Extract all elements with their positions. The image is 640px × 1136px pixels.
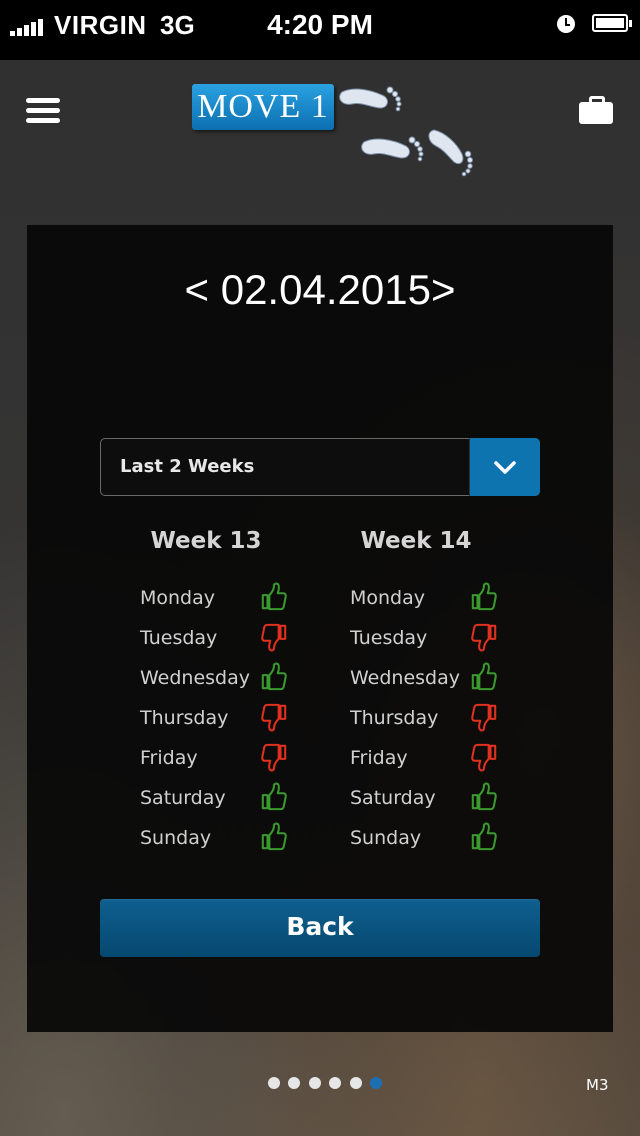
thumbs-down-icon	[261, 743, 287, 772]
day-row: Monday	[140, 578, 340, 618]
day-name: Thursday	[350, 707, 439, 729]
status-time: 4:20 PM	[267, 9, 373, 40]
day-row: Thursday	[350, 698, 550, 738]
chevron-down-icon	[494, 461, 516, 474]
day-name: Thursday	[140, 707, 229, 729]
thumbs-up-icon	[471, 582, 497, 611]
alarm-clock-icon	[557, 15, 575, 33]
thumbs-up-icon	[471, 822, 497, 851]
thumbs-down-icon	[471, 623, 497, 652]
hamburger-menu-icon[interactable]	[26, 98, 60, 124]
status-bar: VIRGIN 3G 4:20 PM	[0, 0, 640, 60]
thumbs-down-icon	[261, 703, 287, 732]
day-row: Monday	[350, 578, 550, 618]
day-name: Saturday	[350, 787, 436, 809]
day-name: Friday	[140, 747, 198, 769]
day-name: Tuesday	[140, 627, 218, 649]
day-name: Monday	[350, 587, 426, 609]
period-dropdown-value: Last 2 Weeks	[120, 456, 255, 477]
day-row: Wednesday	[140, 658, 340, 698]
thumbs-up-icon	[471, 782, 497, 811]
next-date-button[interactable]: >	[431, 266, 456, 313]
day-name: Wednesday	[140, 667, 251, 689]
day-name: Sunday	[350, 827, 422, 849]
app-logo: MOVE 1	[192, 70, 492, 180]
dropdown-toggle-button[interactable]	[469, 438, 540, 496]
thumbs-down-icon	[261, 623, 287, 652]
day-row: Sunday	[350, 818, 550, 858]
day-row: Sunday	[140, 818, 340, 858]
day-row: Friday	[350, 738, 550, 778]
previous-date-button[interactable]: <	[185, 266, 210, 313]
day-name: Sunday	[140, 827, 212, 849]
day-name: Saturday	[140, 787, 226, 809]
thumbs-down-icon	[471, 743, 497, 772]
battery-icon	[592, 14, 632, 32]
thumbs-up-icon	[261, 822, 287, 851]
day-row: Saturday	[140, 778, 340, 818]
footprints-icon	[339, 86, 473, 177]
day-row: Tuesday	[140, 618, 340, 658]
back-button[interactable]: Back	[100, 899, 540, 957]
page-dot-active[interactable]	[370, 1077, 382, 1089]
day-row: Wednesday	[350, 658, 550, 698]
thumbs-up-icon	[261, 662, 287, 691]
week-title: Week 13	[150, 528, 262, 554]
week-title: Week 14	[360, 528, 472, 554]
page-dot[interactable]	[349, 1077, 362, 1089]
page-dot[interactable]	[308, 1077, 321, 1089]
logo-text: MOVE 1	[197, 88, 329, 125]
day-row: Friday	[140, 738, 340, 778]
thumbs-up-icon	[261, 582, 287, 611]
thumbs-up-icon	[261, 782, 287, 811]
page-dot[interactable]	[268, 1077, 280, 1089]
day-name: Wednesday	[350, 667, 461, 689]
briefcase-icon[interactable]	[579, 96, 613, 124]
thumbs-up-icon	[471, 662, 497, 691]
day-row: Saturday	[350, 778, 550, 818]
day-row: Tuesday	[350, 618, 550, 658]
thumbs-down-icon	[471, 703, 497, 732]
period-dropdown[interactable]: Last 2 Weeks	[100, 438, 540, 496]
day-row: Thursday	[140, 698, 340, 738]
date-navigator: < 02.04.2015>	[0, 266, 640, 314]
day-name: Monday	[140, 587, 216, 609]
current-date: 02.04.2015	[220, 266, 431, 313]
day-name: Tuesday	[350, 627, 428, 649]
day-name: Friday	[350, 747, 408, 769]
page-code: M3	[586, 1076, 609, 1094]
